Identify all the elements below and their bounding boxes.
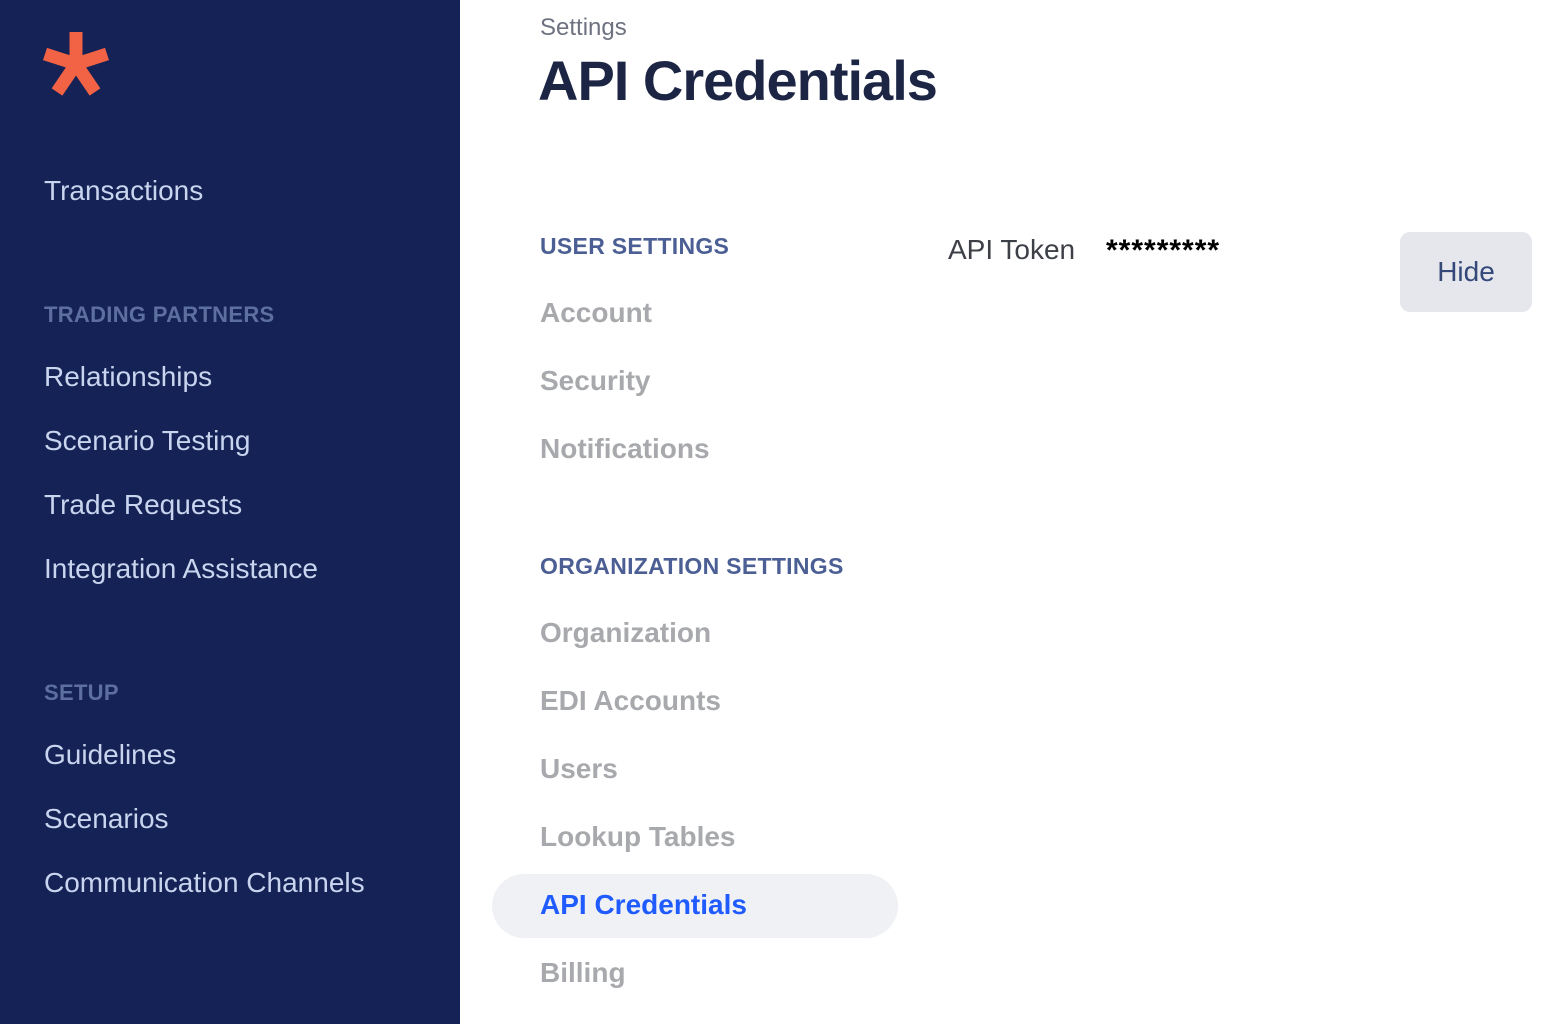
sidebar-item-trade-requests[interactable]: Trade Requests — [44, 489, 242, 521]
sidebar: Transactions TRADING PARTNERS Relationsh… — [0, 0, 460, 1024]
sidebar-item-communication-channels[interactable]: Communication Channels — [44, 867, 365, 899]
asterisk-logo-icon[interactable] — [42, 30, 110, 96]
sidebar-item-scenarios[interactable]: Scenarios — [44, 803, 169, 835]
api-token-label: API Token — [948, 234, 1076, 265]
settings-section-user: USER SETTINGS — [540, 233, 730, 259]
breadcrumb[interactable]: Settings — [540, 14, 627, 42]
sidebar-section-setup: SETUP — [44, 680, 119, 705]
settings-item-api-credentials[interactable]: API Credentials — [540, 889, 747, 921]
sidebar-item-integration-assistance[interactable]: Integration Assistance — [44, 553, 318, 585]
sidebar-item-scenario-testing[interactable]: Scenario Testing — [44, 425, 251, 457]
app-root: Transactions TRADING PARTNERS Relationsh… — [0, 0, 1548, 1024]
settings-item-account[interactable]: Account — [540, 297, 652, 329]
settings-section-organization: ORGANIZATION SETTINGS — [540, 553, 844, 579]
settings-item-edi-accounts[interactable]: EDI Accounts — [540, 685, 721, 717]
sidebar-item-guidelines[interactable]: Guidelines — [44, 739, 176, 771]
settings-item-lookup-tables[interactable]: Lookup Tables — [540, 821, 736, 853]
hide-token-button[interactable]: Hide — [1400, 232, 1532, 312]
api-token-value: ********* — [1106, 234, 1221, 267]
page-title: API Credentials — [538, 49, 938, 112]
sidebar-item-relationships[interactable]: Relationships — [44, 361, 212, 393]
sidebar-item-transactions[interactable]: Transactions — [44, 175, 203, 207]
settings-item-notifications[interactable]: Notifications — [540, 433, 710, 465]
sidebar-section-trading-partners: TRADING PARTNERS — [44, 302, 275, 327]
settings-item-users[interactable]: Users — [540, 753, 618, 785]
settings-item-security[interactable]: Security — [540, 365, 651, 397]
settings-item-organization[interactable]: Organization — [540, 617, 711, 649]
settings-item-billing[interactable]: Billing — [540, 957, 626, 989]
